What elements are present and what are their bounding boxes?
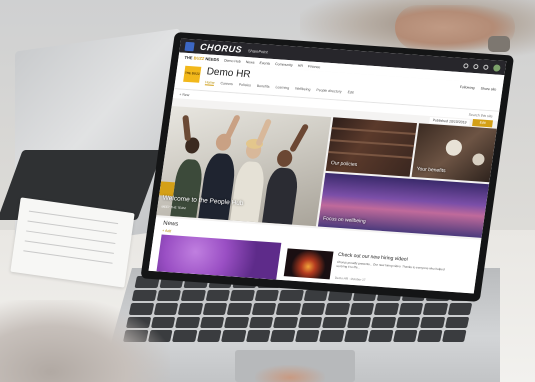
keyboard-key — [349, 303, 375, 315]
hub-nav-item[interactable]: Community — [275, 62, 293, 67]
paper-notebook — [10, 197, 135, 288]
notifications-icon[interactable] — [463, 62, 469, 69]
hero-tile-label: Your benefits — [416, 166, 446, 175]
avatar[interactable] — [492, 63, 501, 72]
hero-main-subcaption: MEET THE TEAM — [161, 204, 186, 211]
news-story-meta: Demo HR · October 17 — [334, 275, 366, 282]
keyboard-key — [229, 289, 255, 302]
keyboard-key — [226, 303, 252, 315]
hero-tile-label: Focus on wellbeing — [322, 215, 367, 225]
keyboard-key — [300, 303, 326, 315]
keyboard-key — [275, 303, 301, 315]
search-box[interactable]: Search this site — [468, 112, 492, 118]
site-nav-home[interactable]: Home — [204, 80, 215, 86]
keyboard-key — [297, 316, 323, 329]
help-icon[interactable] — [483, 64, 489, 70]
keyboard-key — [321, 316, 347, 329]
keyboard-key — [205, 289, 231, 302]
keyboard-key — [370, 316, 396, 329]
keyboard-key — [171, 330, 197, 342]
wristwatch — [488, 36, 510, 52]
site-nav-item[interactable]: People directory — [316, 88, 342, 95]
foreground-person — [0, 300, 170, 382]
keyboard-key — [245, 330, 271, 342]
keyboard-key — [367, 330, 393, 342]
brand-logo[interactable]: CHORUS — [199, 42, 242, 55]
site-nav-item[interactable]: Careers — [220, 81, 233, 87]
keyboard-key — [398, 303, 424, 315]
settings-icon[interactable] — [473, 63, 479, 69]
keyboard-key — [416, 330, 442, 342]
hero-web-part: Welcome to the People Hub MEET THE TEAM … — [156, 105, 497, 238]
hero-main-tile[interactable]: Welcome to the People Hub MEET THE TEAM — [156, 105, 332, 227]
keyboard-key — [395, 316, 421, 329]
keyboard-key — [272, 316, 298, 329]
site-nav-item[interactable]: Learning — [275, 85, 289, 91]
sharepoint-page: CHORUS SharePoint THE BUZZ NEEDS Demo Hu… — [148, 38, 507, 294]
site-nav-item[interactable]: Wellbeing — [295, 87, 311, 93]
keyboard-key — [318, 330, 344, 342]
keyboard-key — [278, 289, 304, 302]
keyboard-key — [180, 289, 206, 302]
edit-button[interactable]: Edit — [472, 119, 493, 128]
hub-nav-item[interactable]: News — [246, 60, 255, 65]
hub-logo[interactable]: THE BUZZ NEEDS — [184, 55, 219, 62]
site-logo[interactable]: THE BUZZ — [183, 65, 202, 83]
keyboard-key — [199, 316, 225, 329]
hub-nav-item[interactable]: Demo Hub — [224, 58, 241, 63]
keyboard-key — [343, 330, 369, 342]
suite-app-name[interactable]: SharePoint — [248, 48, 268, 54]
add-news-button[interactable]: + Add — [162, 229, 172, 234]
keyboard-key — [202, 303, 228, 315]
keyboard-key — [419, 316, 445, 329]
news-image-flowers[interactable] — [156, 234, 282, 280]
hub-nav-item[interactable]: Events — [259, 60, 270, 65]
app-launcher-icon[interactable] — [184, 41, 195, 51]
new-button[interactable]: + New — [179, 92, 190, 97]
keyboard-key — [346, 316, 372, 329]
keyboard-key — [373, 303, 399, 315]
keyboard-key — [303, 289, 329, 302]
keyboard-key — [324, 303, 350, 315]
foreground-hand — [255, 365, 325, 382]
keyboard-key — [294, 330, 320, 342]
news-heading: News — [162, 220, 179, 228]
keyboard-key — [444, 316, 470, 329]
site-nav-item[interactable]: Policies — [239, 83, 252, 89]
hero-tile-label: Our policies — [330, 160, 358, 169]
keyboard-key — [223, 316, 249, 329]
keyboard-key — [447, 303, 473, 315]
keyboard-key — [251, 303, 277, 315]
keyboard-key — [174, 316, 200, 329]
follow-button[interactable]: Following — [460, 85, 475, 90]
laptop-screen-bezel: CHORUS SharePoint THE BUZZ NEEDS Demo Hu… — [140, 32, 515, 302]
keyboard-key — [269, 330, 295, 342]
keyboard-key — [177, 303, 203, 315]
keyboard-key — [392, 330, 418, 342]
keyboard-key — [441, 330, 467, 342]
keyboard-key — [422, 303, 448, 315]
hub-nav-item[interactable]: Finance — [308, 64, 321, 69]
site-title[interactable]: Demo HR — [206, 66, 251, 80]
news-image-fireworks[interactable] — [283, 248, 334, 280]
hero-tile-wellbeing[interactable]: Focus on wellbeing — [317, 172, 490, 238]
keyboard-key — [220, 330, 246, 342]
share-button[interactable]: Share site — [480, 86, 496, 91]
site-nav-edit[interactable]: Edit — [347, 90, 354, 95]
hub-nav-item[interactable]: HR — [298, 63, 304, 67]
keyboard-key — [196, 330, 222, 342]
hero-tile-benefits[interactable]: Your benefits — [411, 123, 497, 183]
keyboard-key — [248, 316, 274, 329]
hero-tile-policies[interactable]: Our policies — [325, 117, 418, 177]
site-nav-item[interactable]: Benefits — [257, 84, 270, 90]
keyboard-key — [254, 289, 280, 302]
